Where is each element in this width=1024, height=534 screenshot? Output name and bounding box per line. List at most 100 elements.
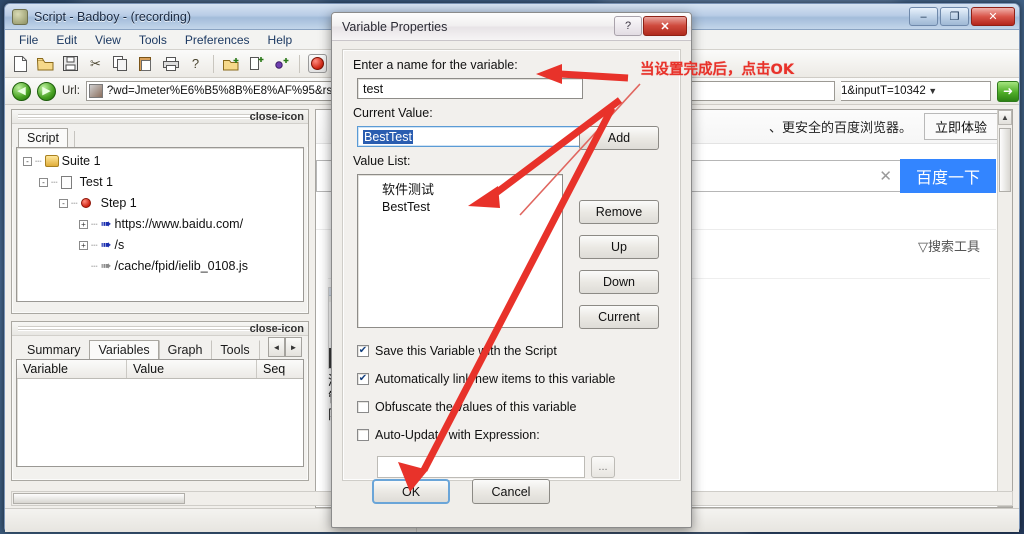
checkbox-auto-link[interactable]: ✔ Automatically link new items to this v… bbox=[357, 372, 615, 386]
open-folder-icon[interactable] bbox=[36, 54, 55, 73]
browser-scrollbar[interactable]: ▲ ▼ bbox=[997, 110, 1012, 507]
variable-name-input[interactable]: test bbox=[357, 78, 583, 99]
tab-scroll-buttons: ◄ ► bbox=[268, 337, 302, 358]
new-test-icon[interactable] bbox=[247, 54, 266, 73]
tree-node-request[interactable]: + ┄ ➠ https://www.baidu.com/ bbox=[79, 217, 243, 231]
checkbox-label: Obfuscate the values of this variable bbox=[375, 400, 577, 414]
expander-icon[interactable]: - bbox=[23, 156, 32, 166]
variables-grid[interactable]: Variable Value Seq bbox=[16, 359, 304, 467]
expression-browse-button[interactable]: ... bbox=[591, 456, 615, 478]
expression-input[interactable] bbox=[377, 456, 585, 478]
cut-scissors-icon[interactable]: ✂ bbox=[86, 54, 105, 73]
tree-node-request[interactable]: ┄ ➠ /cache/fpid/ielib_0108.js bbox=[79, 259, 248, 273]
tab-script[interactable]: Script bbox=[18, 128, 68, 148]
checkbox-icon-unchecked[interactable] bbox=[357, 429, 369, 441]
tab-scroll-right-button[interactable]: ► bbox=[285, 337, 302, 357]
column-header-seq[interactable]: Seq bbox=[257, 360, 303, 378]
browser-scroll-thumb[interactable] bbox=[999, 128, 1011, 192]
help-question-icon[interactable]: ? bbox=[186, 54, 205, 73]
checkbox-icon-checked[interactable]: ✔ bbox=[357, 345, 369, 357]
save-disk-icon[interactable] bbox=[61, 54, 80, 73]
close-button[interactable]: ✕ bbox=[971, 7, 1015, 26]
menu-preferences[interactable]: Preferences bbox=[177, 31, 258, 49]
go-arrow-icon[interactable]: ➜ bbox=[997, 80, 1019, 102]
list-item[interactable]: 软件测试 bbox=[358, 175, 562, 199]
expander-icon[interactable]: - bbox=[39, 177, 48, 187]
checkbox-icon-unchecked[interactable] bbox=[357, 401, 369, 413]
current-value-input[interactable]: BestTest bbox=[357, 126, 583, 147]
menu-file[interactable]: File bbox=[11, 31, 46, 49]
minimize-button[interactable]: – bbox=[909, 7, 938, 26]
tree-node-label: https://www.baidu.com/ bbox=[114, 217, 244, 231]
list-item[interactable]: BestTest bbox=[358, 199, 562, 215]
expander-icon[interactable]: + bbox=[79, 219, 88, 229]
script-pane-grip[interactable]: close-icon bbox=[12, 110, 308, 124]
tab-tools[interactable]: Tools bbox=[211, 340, 258, 360]
help-button[interactable]: ? bbox=[614, 16, 642, 36]
expander-icon[interactable]: + bbox=[79, 240, 88, 250]
menu-tools[interactable]: Tools bbox=[131, 31, 175, 49]
promo-try-button[interactable]: 立即体验 bbox=[923, 113, 998, 140]
up-button[interactable]: Up bbox=[579, 235, 659, 259]
add-button[interactable]: Add bbox=[579, 126, 659, 150]
ok-button[interactable]: OK bbox=[372, 479, 450, 504]
chevron-down-icon[interactable]: ▼ bbox=[926, 86, 940, 96]
hscroll-thumb[interactable] bbox=[13, 493, 185, 504]
folder-icon bbox=[44, 155, 59, 167]
checkbox-auto-update-expression[interactable]: Auto-Update with Expression: bbox=[357, 428, 540, 442]
value-list-box[interactable]: 软件测试 BestTest bbox=[357, 174, 563, 328]
tree-node-step[interactable]: - ┄ Step 1 bbox=[59, 196, 137, 210]
dialog-body: Enter a name for the variable: test Curr… bbox=[332, 41, 691, 527]
current-button[interactable]: Current bbox=[579, 305, 659, 329]
tab-divider bbox=[73, 131, 75, 147]
variables-pane-grip[interactable]: close-icon bbox=[12, 322, 308, 336]
close-icon[interactable]: close-icon bbox=[250, 111, 304, 123]
column-header-value[interactable]: Value bbox=[127, 360, 257, 378]
expander-icon[interactable]: - bbox=[59, 198, 68, 208]
variables-pane: close-icon Summary Variables Graph Tools… bbox=[11, 321, 309, 481]
paste-clipboard-icon[interactable] bbox=[136, 54, 155, 73]
tab-summary[interactable]: Summary bbox=[18, 340, 89, 360]
new-suite-icon[interactable] bbox=[222, 54, 241, 73]
dialog-title: Variable Properties bbox=[342, 19, 448, 34]
url-input-tail[interactable]: 1&inputT=10342 ▼ bbox=[841, 81, 991, 101]
menu-help[interactable]: Help bbox=[260, 31, 301, 49]
menu-edit[interactable]: Edit bbox=[48, 31, 85, 49]
tab-graph[interactable]: Graph bbox=[158, 340, 212, 360]
print-icon[interactable] bbox=[161, 54, 180, 73]
search-tools-button[interactable]: ▽搜索工具 bbox=[918, 236, 980, 255]
checkbox-save-with-script[interactable]: ✔ Save this Variable with the Script bbox=[357, 344, 557, 358]
new-document-icon[interactable] bbox=[11, 54, 30, 73]
scroll-up-icon[interactable]: ▲ bbox=[998, 110, 1012, 125]
script-pane: close-icon Script - ┄ Suite 1 - ┄ Test 1… bbox=[11, 109, 309, 314]
cancel-button[interactable]: Cancel bbox=[472, 479, 550, 504]
down-button[interactable]: Down bbox=[579, 270, 659, 294]
dialog-close-button[interactable]: ✕ bbox=[643, 16, 687, 36]
tree-node-request[interactable]: + ┄ ➠ /s bbox=[79, 238, 124, 252]
forward-arrow-icon[interactable]: ▶ bbox=[37, 81, 56, 101]
back-arrow-icon[interactable]: ◀ bbox=[12, 81, 31, 101]
tab-scroll-left-button[interactable]: ◄ bbox=[268, 337, 285, 357]
tree-node-test[interactable]: - ┄ Test 1 bbox=[39, 175, 113, 189]
search-button[interactable]: 百度一下 bbox=[900, 159, 996, 193]
new-step-icon[interactable] bbox=[272, 54, 291, 73]
menu-view[interactable]: View bbox=[87, 31, 129, 49]
script-tree[interactable]: - ┄ Suite 1 - ┄ Test 1 - ┄ Step 1 + ┄ ➠ … bbox=[16, 147, 304, 302]
current-value-label: Current Value: bbox=[353, 106, 433, 120]
maximize-button[interactable]: ❐ bbox=[940, 7, 969, 26]
copy-icon[interactable] bbox=[111, 54, 130, 73]
tree-node-suite[interactable]: - ┄ Suite 1 bbox=[23, 154, 101, 168]
document-icon bbox=[60, 175, 72, 189]
promo-text: 、更安全的百度浏览器。 bbox=[768, 121, 912, 136]
url-input-value: ?wd=Jmeter%E6%B5%8B%E8%AF%95&rsv_sp bbox=[106, 85, 357, 97]
remove-button[interactable]: Remove bbox=[579, 200, 659, 224]
close-icon[interactable]: close-icon bbox=[250, 323, 304, 335]
checkbox-icon-checked[interactable]: ✔ bbox=[357, 373, 369, 385]
record-icon[interactable] bbox=[308, 54, 327, 73]
tab-variables[interactable]: Variables bbox=[89, 340, 159, 360]
column-header-variable[interactable]: Variable bbox=[17, 360, 127, 378]
left-dock: close-icon Script - ┄ Suite 1 - ┄ Test 1… bbox=[11, 109, 309, 508]
checkbox-obfuscate[interactable]: Obfuscate the values of this variable bbox=[357, 400, 577, 414]
clear-x-icon[interactable]: ✕ bbox=[879, 167, 892, 185]
variable-properties-dialog: Variable Properties ? ✕ Enter a name for… bbox=[331, 12, 692, 528]
